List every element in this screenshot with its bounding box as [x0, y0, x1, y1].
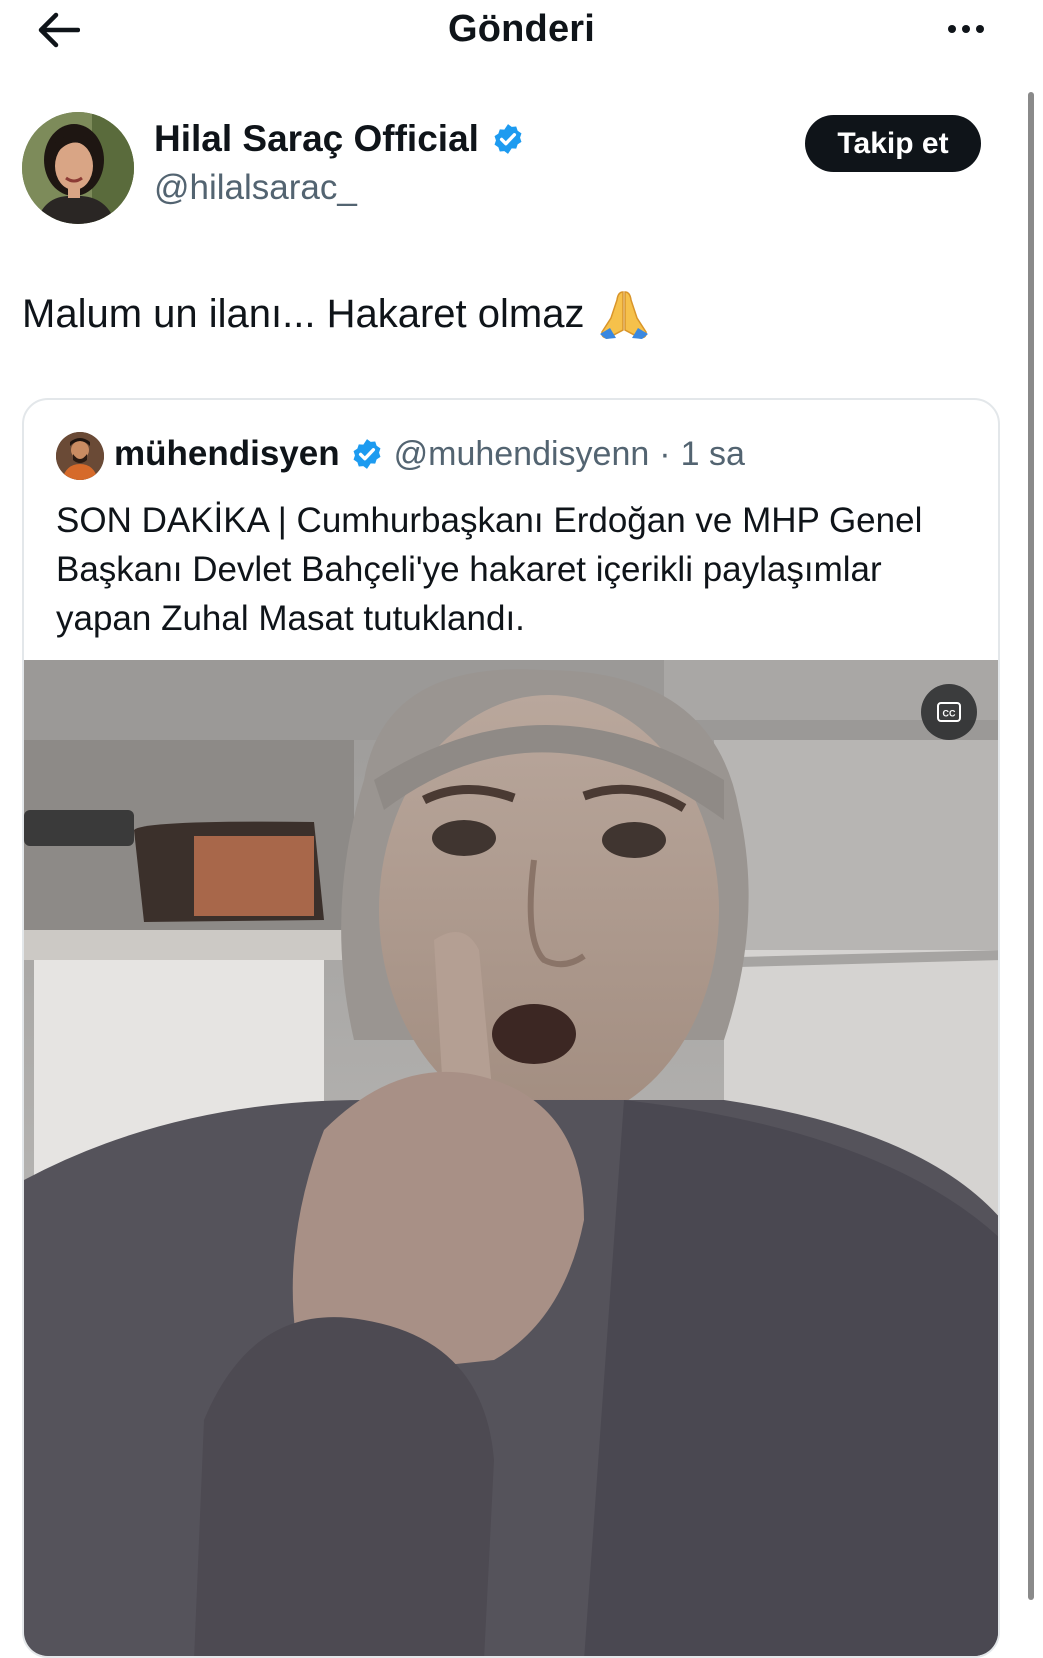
author-name-row[interactable]: Hilal Saraç Official: [154, 118, 525, 160]
quoted-tweet-video[interactable]: CC: [24, 660, 998, 1656]
tweet-text: Malum un ilanı... Hakaret olmaz: [22, 288, 652, 340]
quoted-tweet-text: SON DAKİKA | Cumhurbaşkanı Erdoğan ve MH…: [56, 501, 923, 638]
tweet-text-content: Malum un ilanı... Hakaret olmaz: [22, 291, 585, 336]
more-horizontal-icon: [948, 25, 956, 33]
dot-separator: ·: [659, 434, 671, 473]
video-frame: [24, 660, 998, 1656]
more-horizontal-icon: [976, 25, 984, 33]
verified-badge-icon: [494, 124, 522, 154]
folded-hands-icon: [600, 291, 649, 339]
scrollbar[interactable]: [1028, 92, 1034, 1600]
closed-captions-button[interactable]: CC: [921, 684, 977, 740]
author-handle[interactable]: @hilalsarac_: [154, 168, 357, 208]
more-options-button[interactable]: [940, 12, 992, 46]
verified-badge-icon: [353, 439, 381, 469]
quoted-author-display-name[interactable]: mühendisyen: [114, 434, 340, 474]
quoted-author-avatar-image: [56, 432, 104, 480]
author-avatar[interactable]: [22, 112, 134, 224]
author-display-name[interactable]: Hilal Saraç Official: [154, 118, 479, 160]
more-horizontal-icon: [962, 25, 970, 33]
follow-button[interactable]: Takip et: [805, 115, 981, 172]
quoted-author-handle[interactable]: @muhendisyenn: [394, 435, 650, 474]
svg-text:CC: CC: [943, 709, 956, 719]
closed-captions-icon: CC: [937, 702, 961, 722]
top-navigation-bar: Gönderi: [0, 0, 1043, 60]
quoted-author-avatar[interactable]: [56, 432, 104, 480]
quoted-tweet-card[interactable]: mühendisyen @muhendisyenn · 1 sa SON DAK…: [22, 398, 1000, 1658]
quoted-tweet-timestamp[interactable]: 1 sa: [681, 435, 745, 474]
page-title: Gönderi: [447, 8, 596, 50]
author-avatar-image: [22, 112, 134, 224]
quoted-tweet-header: mühendisyen @muhendisyenn · 1 sa: [114, 434, 745, 474]
